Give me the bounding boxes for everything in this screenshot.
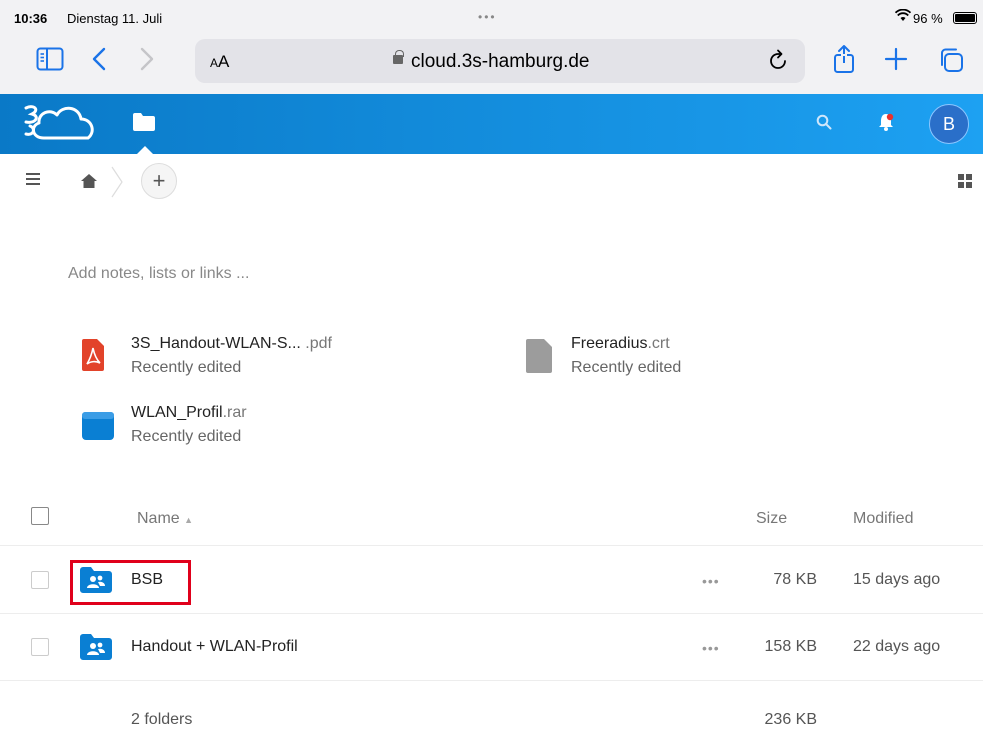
browser-toolbar: AA cloud.3s-hamburg.de [0, 34, 983, 94]
table-summary: 2 folders 236 KB [0, 690, 983, 729]
pdf-icon [82, 339, 104, 376]
more-actions-icon[interactable]: ••• [702, 640, 720, 656]
cloud-logo-icon[interactable] [22, 102, 100, 151]
sidebar-icon[interactable] [36, 47, 64, 71]
user-avatar[interactable]: B [929, 104, 969, 144]
column-modified-header[interactable]: Modified [853, 510, 913, 528]
row-checkbox[interactable] [31, 571, 49, 589]
recent-file-extension: .crt [647, 335, 670, 352]
add-new-button[interactable]: + [141, 163, 177, 199]
url-text[interactable]: cloud.3s-hamburg.de [411, 51, 590, 73]
recent-file-rar[interactable]: WLAN_Profil.rar Recently edited [131, 404, 247, 446]
table-row[interactable]: Handout + WLAN-Profil ••• 158 KB 22 days… [0, 614, 983, 681]
reload-icon[interactable] [769, 49, 789, 77]
more-actions-icon[interactable]: ••• [702, 573, 720, 589]
recent-file-pdf[interactable]: 3S_Handout-WLAN-S... .pdf Recently edite… [131, 335, 332, 377]
breadcrumb-separator-icon [110, 166, 124, 198]
archive-icon [82, 412, 114, 445]
recent-file-extension: .rar [222, 404, 247, 421]
column-name-header[interactable]: Name ▲ [137, 510, 193, 528]
active-app-indicator [137, 146, 153, 154]
total-size: 236 KB [764, 711, 817, 728]
search-icon[interactable] [816, 114, 832, 135]
recent-file-status: Recently edited [571, 359, 682, 376]
home-icon[interactable] [80, 173, 98, 194]
battery-icon [953, 12, 977, 24]
notes-input[interactable]: Add notes, lists or links ... [68, 265, 249, 283]
status-date: Dienstag 11. Juli [67, 11, 163, 26]
sort-ascending-icon: ▲ [184, 515, 194, 525]
recent-file-extension: .pdf [300, 335, 332, 352]
recent-file-name: WLAN_Profil [131, 404, 223, 421]
highlight-box [70, 560, 191, 605]
multitasking-dots-icon[interactable]: ••• [478, 10, 497, 24]
status-bar: 10:36 Dienstag 11. Juli ••• 96 % [0, 0, 983, 34]
app-header: B [0, 94, 983, 154]
address-bar[interactable]: AA cloud.3s-hamburg.de [195, 39, 805, 83]
recent-file-status: Recently edited [131, 359, 242, 376]
file-table-header: Name ▲ Size Modified [0, 498, 983, 546]
folder-modified: 22 days ago [853, 638, 941, 655]
text-size-button[interactable]: AA [210, 52, 229, 72]
back-icon[interactable] [92, 47, 106, 71]
shared-folder-icon [80, 634, 112, 665]
folder-size: 78 KB [773, 571, 817, 588]
folder-size: 158 KB [764, 638, 817, 655]
select-all-checkbox[interactable] [31, 507, 49, 525]
status-time: 10:36 [14, 11, 48, 26]
lock-icon [393, 50, 404, 64]
row-checkbox[interactable] [31, 638, 49, 656]
folder-modified: 15 days ago [853, 571, 941, 588]
recent-file-name: 3S_Handout-WLAN-S... [131, 335, 301, 352]
column-size-header[interactable]: Size [756, 510, 787, 528]
recent-file-status: Recently edited [131, 428, 242, 445]
breadcrumb: + [0, 154, 983, 208]
navigation-menu-icon[interactable] [26, 173, 40, 185]
forward-icon[interactable] [140, 47, 154, 71]
file-icon [526, 339, 552, 378]
recent-file-name: Freeradius [571, 335, 648, 352]
share-icon[interactable] [832, 44, 856, 74]
tabs-icon[interactable] [937, 46, 965, 74]
wifi-icon [894, 8, 912, 25]
battery-percent: 96 % [913, 11, 943, 26]
notifications-bell-icon[interactable] [877, 112, 895, 137]
folder-name[interactable]: Handout + WLAN-Profil [131, 638, 298, 656]
grid-view-toggle-icon[interactable] [958, 174, 972, 188]
new-tab-icon[interactable] [884, 47, 908, 71]
files-app-icon[interactable] [132, 112, 156, 137]
recent-file-crt[interactable]: Freeradius.crt Recently edited [571, 335, 681, 377]
folder-count: 2 folders [131, 711, 193, 728]
